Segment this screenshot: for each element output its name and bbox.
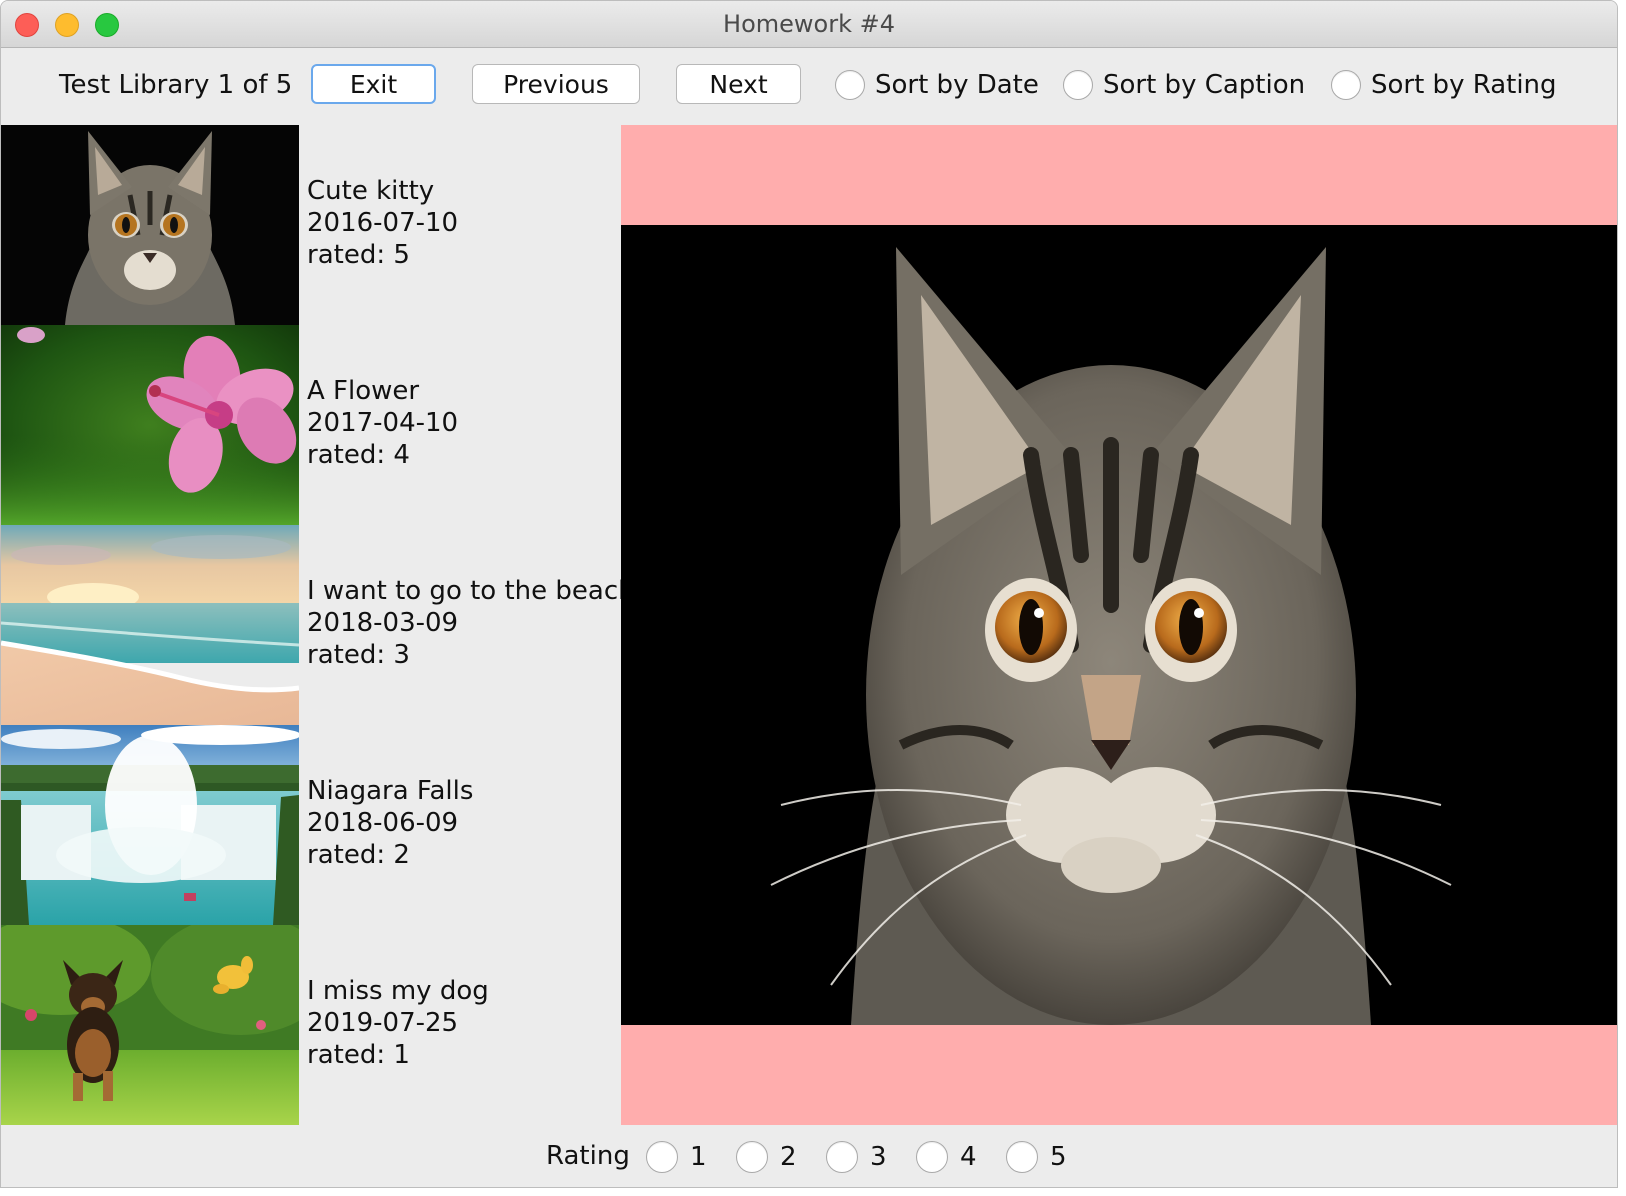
photo-meta: Cute kitty 2016-07-10 rated: 5 — [307, 175, 458, 271]
beach-thumbnail[interactable] — [1, 525, 299, 725]
photo-list-item[interactable]: Niagara Falls 2018-06-09 rated: 2 — [1, 725, 621, 925]
rating-value-5: 5 — [1050, 1142, 1067, 1172]
library-position-label: Test Library 1 of 5 — [59, 70, 293, 100]
rating-radio-4[interactable] — [916, 1141, 948, 1173]
photo-viewer — [621, 125, 1617, 1125]
waterfall-thumbnail[interactable] — [1, 725, 299, 925]
photo-date: 2016-07-10 — [307, 208, 459, 238]
puppy-thumbnail[interactable] — [1, 925, 299, 1125]
rating-option-5[interactable]: 5 — [1006, 1141, 1067, 1173]
rating-radio-5[interactable] — [1006, 1141, 1038, 1173]
rating-option-3[interactable]: 3 — [826, 1141, 887, 1173]
photo-date: 2019-07-25 — [307, 1008, 459, 1038]
sort-by-caption-label: Sort by Caption — [1103, 70, 1306, 100]
next-button[interactable]: Next — [676, 64, 801, 104]
rating-radio-2[interactable] — [736, 1141, 768, 1173]
hibiscus-thumbnail[interactable] — [1, 325, 299, 525]
exit-button[interactable]: Exit — [311, 64, 436, 104]
sort-by-caption-option[interactable]: Sort by Caption — [1063, 70, 1305, 100]
sort-by-caption-radio[interactable] — [1063, 70, 1093, 100]
toolbar: Test Library 1 of 5 Exit Previous Next S… — [1, 48, 1617, 124]
sort-by-rating-label: Sort by Rating — [1371, 70, 1557, 100]
photo-caption: I want to go to the beach — [307, 576, 635, 606]
photo-rating: rated: 4 — [307, 440, 410, 470]
sort-by-rating-option[interactable]: Sort by Rating — [1331, 70, 1557, 100]
kitten-thumbnail[interactable] — [1, 125, 299, 325]
rating-label: Rating — [546, 1141, 630, 1171]
rating-option-2[interactable]: 2 — [736, 1141, 797, 1173]
photo-caption: A Flower — [307, 376, 420, 406]
title-bar: Homework #4 — [1, 1, 1617, 48]
kitten-large-image — [621, 225, 1617, 1025]
window-title: Homework #4 — [723, 10, 895, 38]
photo-list-item[interactable]: I want to go to the beach 2018-03-09 rat… — [1, 525, 635, 725]
rating-value-1: 1 — [690, 1142, 707, 1172]
photo-list-item[interactable]: Cute kitty 2016-07-10 rated: 5 — [1, 125, 621, 325]
rating-value-4: 4 — [960, 1142, 977, 1172]
photo-rating: rated: 5 — [307, 240, 410, 270]
photo-caption: I miss my dog — [307, 976, 489, 1006]
photo-meta: A Flower 2017-04-10 rated: 4 — [307, 375, 458, 471]
photo-date: 2018-06-09 — [307, 808, 459, 838]
rating-option-4[interactable]: 4 — [916, 1141, 977, 1173]
photo-date: 2017-04-10 — [307, 408, 459, 438]
photo-meta: Niagara Falls 2018-06-09 rated: 2 — [307, 775, 473, 871]
sort-by-date-label: Sort by Date — [875, 70, 1039, 100]
photo-list-item[interactable]: A Flower 2017-04-10 rated: 4 — [1, 325, 621, 525]
photo-caption: Niagara Falls — [307, 776, 474, 806]
photo-rating: rated: 1 — [307, 1040, 410, 1070]
sort-by-date-radio[interactable] — [835, 70, 865, 100]
rating-option-1[interactable]: 1 — [646, 1141, 707, 1173]
photo-meta: I miss my dog 2019-07-25 rated: 1 — [307, 975, 489, 1071]
app-window: Homework #4 Test Library 1 of 5 Exit Pre… — [0, 0, 1618, 1188]
previous-button[interactable]: Previous — [472, 64, 640, 104]
rating-value-2: 2 — [780, 1142, 797, 1172]
rating-value-3: 3 — [870, 1142, 887, 1172]
photo-rating: rated: 2 — [307, 840, 410, 870]
photo-rating: rated: 3 — [307, 640, 410, 670]
sort-by-rating-radio[interactable] — [1331, 70, 1361, 100]
photo-meta: I want to go to the beach 2018-03-09 rat… — [307, 575, 635, 671]
rating-bar: Rating 1 2 3 4 5 — [1, 1125, 1617, 1187]
photo-list-item[interactable]: I miss my dog 2019-07-25 rated: 1 — [1, 925, 621, 1125]
photo-date: 2018-03-09 — [307, 608, 459, 638]
rating-radio-1[interactable] — [646, 1141, 678, 1173]
photo-caption: Cute kitty — [307, 176, 435, 206]
photo-list: Cute kitty 2016-07-10 rated: 5 A Flower … — [1, 125, 635, 1125]
sort-by-date-option[interactable]: Sort by Date — [835, 70, 1039, 100]
rating-radio-3[interactable] — [826, 1141, 858, 1173]
